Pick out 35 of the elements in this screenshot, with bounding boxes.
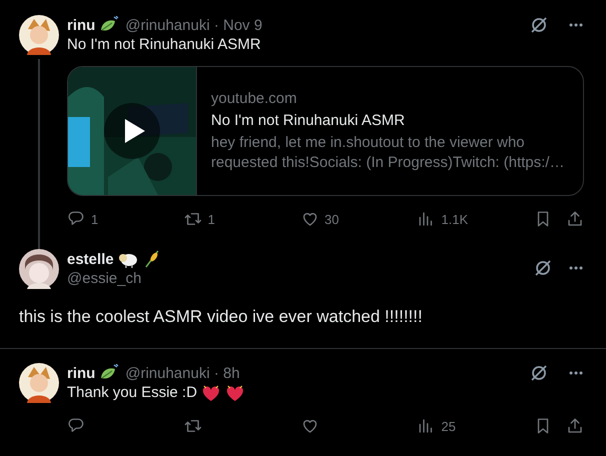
author-name[interactable]: estelle	[67, 250, 114, 268]
avatar[interactable]	[19, 363, 59, 403]
play-icon[interactable]	[104, 103, 160, 159]
share-icon[interactable]	[566, 417, 584, 435]
slashed-circle-icon[interactable]	[530, 364, 548, 382]
author-name[interactable]: rinu	[67, 364, 96, 382]
slashed-circle-icon[interactable]	[530, 16, 548, 34]
view-count: 25	[441, 418, 456, 434]
author-handle: @essie_ch	[67, 269, 142, 289]
author-name[interactable]: rinu	[67, 16, 96, 34]
post-text: No I'm not Rinuhanuki ASMR	[67, 35, 261, 55]
repost-icon[interactable]	[184, 210, 202, 228]
like-count: 30	[324, 212, 339, 226]
reply-icon[interactable]	[67, 417, 85, 435]
avatar[interactable]	[19, 249, 59, 289]
heart-icon[interactable]	[300, 210, 318, 228]
heart-icon	[225, 384, 246, 402]
reply-icon[interactable]	[67, 210, 85, 228]
replie-count: 1	[91, 212, 98, 226]
repost-icon[interactable]	[184, 417, 202, 435]
post-text: this is the coolest ASMR video ive ever watched !!!!!!!!	[19, 306, 424, 328]
view-count: 1.1K	[441, 212, 468, 226]
post-text: Thank you Essie :D	[67, 383, 198, 403]
avatar[interactable]	[19, 15, 59, 55]
heart-icon	[201, 384, 222, 402]
slashed-circle-icon[interactable]	[534, 259, 552, 277]
link-domain: youtube.com	[211, 89, 298, 109]
share-icon[interactable]	[566, 210, 584, 228]
handle-and-time: @rinuhanuki · 8h	[125, 364, 240, 382]
heart-icon[interactable]	[300, 417, 318, 435]
handle-and-time: @rinuhanuki · Nov 9	[125, 16, 262, 34]
link-title: No I'm not Rinuhanuki ASMR	[211, 111, 406, 131]
link-description: hey friend, let me in.shoutout to the viewer who requested this!Socials: (In Progress)Twitch: (https:/…	[211, 133, 566, 173]
link-card[interactable]: youtube.com No I'm not Rinuhanuki ASMR hey friend, let me in.shoutout to the viewer who requested this!Socials: (In Progress)Twitch: (https:/…	[67, 66, 584, 196]
repost-count: 1	[208, 212, 215, 226]
